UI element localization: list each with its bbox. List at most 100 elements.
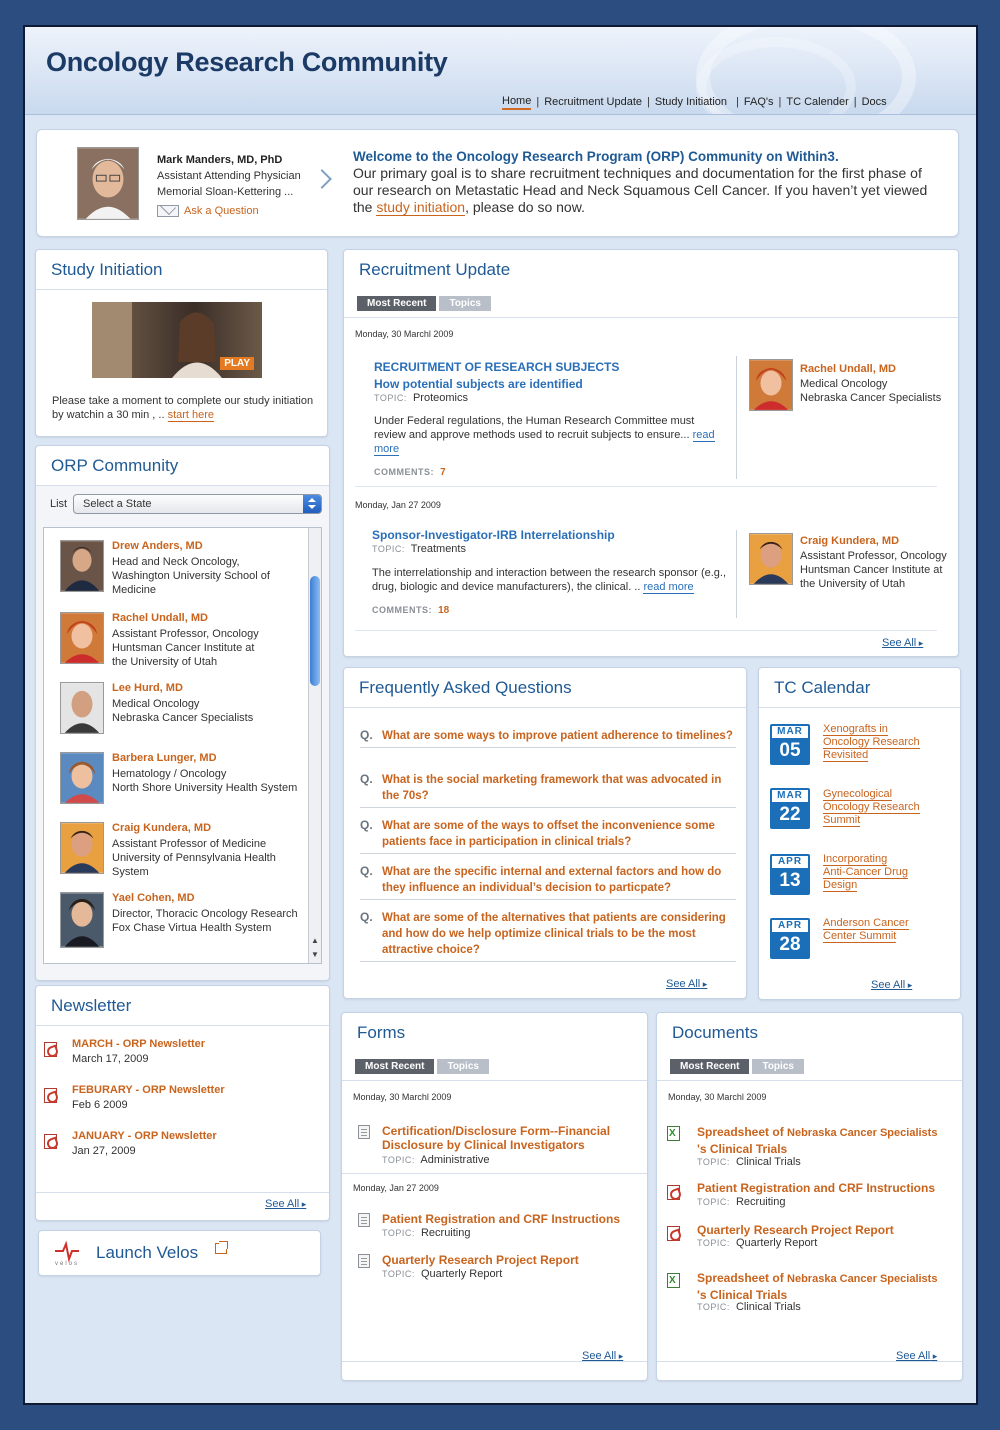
scroll-down-icon[interactable]: ▼ [311,950,319,959]
calendar-event[interactable]: Xenografts in Oncology Research Revisited [823,723,920,762]
nav-home[interactable]: Home [502,95,532,110]
faq-item[interactable]: Q. What is the social marketing framework… [360,772,736,808]
section-date: Monday, 30 Marchl 2009 [353,1092,452,1102]
member-name[interactable]: Yael Cohen, MD [112,892,195,904]
newsletter-link[interactable]: MARCH - ORP Newsletter [72,1038,205,1050]
launch-velos-button[interactable]: velos Launch Velos [38,1230,321,1276]
scroll-up-icon[interactable]: ▲ [311,936,319,945]
post-title[interactable]: RECRUITMENT OF RESEARCH SUBJECTS [374,360,619,374]
member-name[interactable]: Lee Hurd, MD [112,682,183,694]
event-title-line[interactable]: Center Summit [823,930,897,943]
member-line: Medical Oncology [112,698,200,710]
newsletter-link[interactable]: FEBURARY - ORP Newsletter [72,1084,225,1096]
author-name[interactable]: Rachel Undall, MD [800,363,896,375]
list-item[interactable]: Yael Cohen, MD Director, Thoracic Oncolo… [44,890,309,960]
tab-topics[interactable]: Topics [439,296,491,311]
calendar-event[interactable]: Incorporating Anti-Cancer Drug Design [823,853,908,892]
list-item[interactable]: Rachel Undall, MD Assistant Professor, O… [44,610,309,680]
member-line: Huntsman Cancer Institute at [112,642,255,654]
tab-topics[interactable]: Topics [752,1059,804,1074]
faq-question-link[interactable]: What is the social marketing framework t… [382,772,736,804]
see-all-link[interactable]: See All [666,978,707,990]
nav-tc-calender[interactable]: TC Calender [786,96,848,108]
document-link[interactable]: Quarterly Research Project Report [697,1223,894,1237]
event-title-line[interactable]: Oncology Research [823,801,920,814]
play-button[interactable]: PLAY [220,357,254,370]
event-title-line[interactable]: Xenografts in [823,723,888,736]
event-title-line[interactable]: Revisited [823,749,869,762]
post-title[interactable]: Sponsor-Investigator-IRB Interrelationsh… [372,528,615,542]
form-topic: TOPIC: Administrative [382,1154,489,1166]
nav-faqs[interactable]: FAQ's [744,96,774,108]
scrollbar[interactable]: ▲ ▼ [308,528,321,963]
member-name[interactable]: Barbera Lunger, MD [112,752,217,764]
calendar-event[interactable]: Anderson Cancer Center Summit [823,917,909,943]
start-here-link[interactable]: start here [167,409,215,422]
doc-title: Spreadsheet of [697,1125,788,1139]
see-all-link[interactable]: See All [582,1350,623,1362]
calendar-event[interactable]: Gynecological Oncology Research Summit [823,788,920,827]
list-item[interactable]: Drew Anders, MD Head and Neck Oncology, W… [44,538,309,608]
nav-recruitment-update[interactable]: Recruitment Update [544,96,642,108]
author-name[interactable]: Craig Kundera, MD [800,535,899,547]
faq-item[interactable]: Q. What are some of the alternatives that… [360,910,736,962]
list-item[interactable]: Barbera Lunger, MD Hematology / Oncology… [44,750,309,820]
question-marker: Q. [360,728,373,742]
form-link[interactable]: Quarterly Research Project Report [382,1253,579,1267]
member-list[interactable]: Drew Anders, MD Head and Neck Oncology, W… [43,527,322,964]
see-all-link[interactable]: See All [265,1198,306,1210]
event-title-line[interactable]: Anti-Cancer Drug [823,866,908,879]
faq-question-link[interactable]: What are some of the alternatives that p… [382,910,736,958]
event-month: APR [772,856,808,868]
form-title-line: Disclosure by Clinical Investigators [382,1138,585,1152]
event-title-line[interactable]: Summit [823,814,861,827]
member-name[interactable]: Craig Kundera, MD [112,822,211,834]
tab-most-recent[interactable]: Most Recent [355,1059,435,1074]
member-line: Fox Chase Virtua Health System [112,922,272,934]
comments-count[interactable]: 18 [438,605,449,616]
member-name[interactable]: Rachel Undall, MD [112,612,208,624]
newsletter-link[interactable]: JANUARY - ORP Newsletter [72,1130,217,1142]
scrollbar-thumb[interactable] [310,576,320,686]
member-name[interactable]: Drew Anders, MD [112,540,203,552]
author-line: Medical Oncology [800,378,888,390]
member-details: Hematology / Oncology North Shore Univers… [112,767,297,795]
list-item[interactable]: Lee Hurd, MD Medical Oncology Nebraska Ca… [44,680,309,750]
faq-question-link[interactable]: What are the specific internal and exter… [382,864,736,896]
study-video-thumbnail[interactable]: PLAY [92,302,262,378]
event-title-line[interactable]: Gynecological [823,788,893,801]
faq-question-link[interactable]: What are some of the ways to offset the … [382,818,736,850]
event-title-line[interactable]: Anderson Cancer [823,917,909,930]
list-item[interactable]: Craig Kundera, MD Assistant Professor of… [44,820,309,890]
author-details: Assistant Professor, Oncology Huntsman Ca… [800,549,947,591]
event-title-line[interactable]: Incorporating [823,853,888,866]
event-title-line[interactable]: Oncology Research [823,736,920,749]
nav-docs[interactable]: Docs [862,96,887,108]
state-select[interactable]: Select a State [73,494,322,514]
see-all-link[interactable]: See All [871,979,912,991]
nav-study-initiation[interactable]: Study Initiation [655,96,727,108]
tab-most-recent[interactable]: Most Recent [357,296,437,311]
ask-question-link[interactable]: Ask a Question [184,205,259,217]
document-link[interactable]: Patient Registration and CRF Instruction… [697,1181,935,1195]
orp-community-panel: ORP Community List Select a State Drew A… [35,445,330,981]
form-link[interactable]: Certification/Disclosure Form--Financial… [382,1124,610,1152]
tab-most-recent[interactable]: Most Recent [670,1059,750,1074]
see-all-link[interactable]: See All [882,637,923,649]
tab-topics[interactable]: Topics [437,1059,489,1074]
faq-item[interactable]: Q. What are the specific internal and ext… [360,864,736,900]
form-link[interactable]: Patient Registration and CRF Instruction… [382,1212,620,1226]
person-photo [78,148,138,219]
faq-item[interactable]: Q. What are some of the ways to offset th… [360,818,736,854]
avatar [60,752,104,804]
read-more-link[interactable]: read more [643,581,694,594]
document-link[interactable]: Spreadsheet of Nebraska Cancer Specialis… [697,1124,937,1157]
comments-count[interactable]: 7 [440,467,446,478]
see-all-link[interactable]: See All [896,1350,937,1362]
faq-item[interactable]: Q. What are some ways to improve patient … [360,728,736,748]
event-title-line[interactable]: Design [823,879,858,892]
faq-question-link[interactable]: What are some ways to improve patient ad… [382,728,736,744]
calendar-date-icon: APR 28 [770,918,810,959]
study-initiation-link[interactable]: study initiation [376,199,466,216]
document-link[interactable]: Spreadsheet of Nebraska Cancer Specialis… [697,1270,937,1303]
